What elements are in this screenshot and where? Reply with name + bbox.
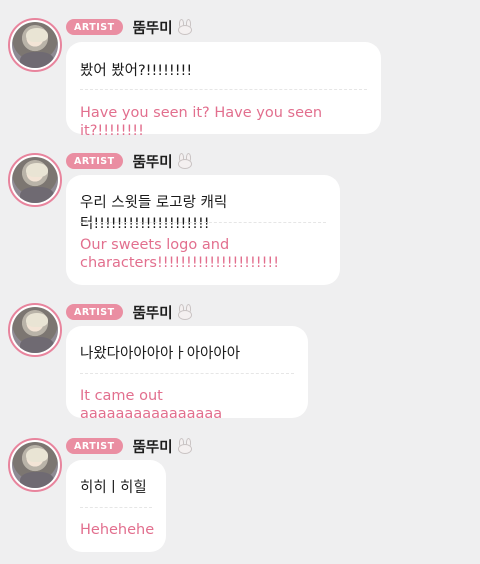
divider [80,89,367,90]
message-bubble: 나왔다아아아아ㅏ아아아아 It came out aaaaaaaaaaaaaaa… [66,326,308,422]
artist-badge: ARTIST [66,153,123,169]
translation-text: Have you seen it? Have you seen it?!!!!!… [80,105,323,139]
original-text: 봤어 봤어?!!!!!!!! [80,63,193,79]
chat-message: ARTIST 뚬뚜미 우리 스윗들 로고랑 캐릭터!!!!!!!!!!!!!!!… [0,150,480,290]
divider [80,373,294,374]
original-text: 나왔다아아아아ㅏ아아아아 [80,346,241,362]
message-header: ARTIST 뚬뚜미 [66,303,193,322]
rabbit-face-icon [177,19,193,35]
sender-name: 뚬뚜미 [132,154,173,171]
message-header: ARTIST 뚬뚜미 [66,437,193,456]
artist-badge: ARTIST [66,19,123,35]
divider [80,222,326,223]
translation-text: Hehehehe [80,522,155,538]
chat-message: ARTIST 뚬뚜미 히히ㅣ히힐 Hehehehe [0,435,480,560]
avatar[interactable] [8,18,62,72]
message-bubble: 우리 스윗들 로고랑 캐릭터!!!!!!!!!!!!!!!!!!!! Our s… [66,175,340,285]
divider [80,507,152,508]
message-header: ARTIST 뚬뚜미 [66,152,193,171]
sender-name: 뚬뚜미 [132,439,173,456]
artist-badge: ARTIST [66,438,123,454]
message-bubble: 히히ㅣ히힐 Hehehehe [66,460,166,552]
avatar[interactable] [8,303,62,357]
artist-badge: ARTIST [66,304,123,320]
rabbit-face-icon [177,304,193,320]
chat-message: ARTIST 뚬뚜미 나왔다아아아아ㅏ아아아아 It came out aaaa… [0,300,480,425]
translation-line: characters!!!!!!!!!!!!!!!!!!!!! [80,255,280,271]
rabbit-face-icon [177,438,193,454]
chat-message: ARTIST 뚬뚜미 봤어 봤어?!!!!!!!! Have you seen … [0,0,480,140]
message-bubble: 봤어 봤어?!!!!!!!! Have you seen it? Have yo… [66,42,381,139]
translation-text: It came out aaaaaaaaaaaaaaaa [80,388,223,422]
sender-name: 뚬뚜미 [132,305,173,322]
sender-name: 뚬뚜미 [132,20,173,37]
avatar[interactable] [8,438,62,492]
original-text: 우리 스윗들 로고랑 캐릭터!!!!!!!!!!!!!!!!!!!! [80,195,228,232]
translation-line: Our sweets logo and [80,237,230,253]
avatar[interactable] [8,153,62,207]
message-header: ARTIST 뚬뚜미 [66,18,193,37]
rabbit-face-icon [177,153,193,169]
original-text: 히히ㅣ히힐 [80,480,147,496]
